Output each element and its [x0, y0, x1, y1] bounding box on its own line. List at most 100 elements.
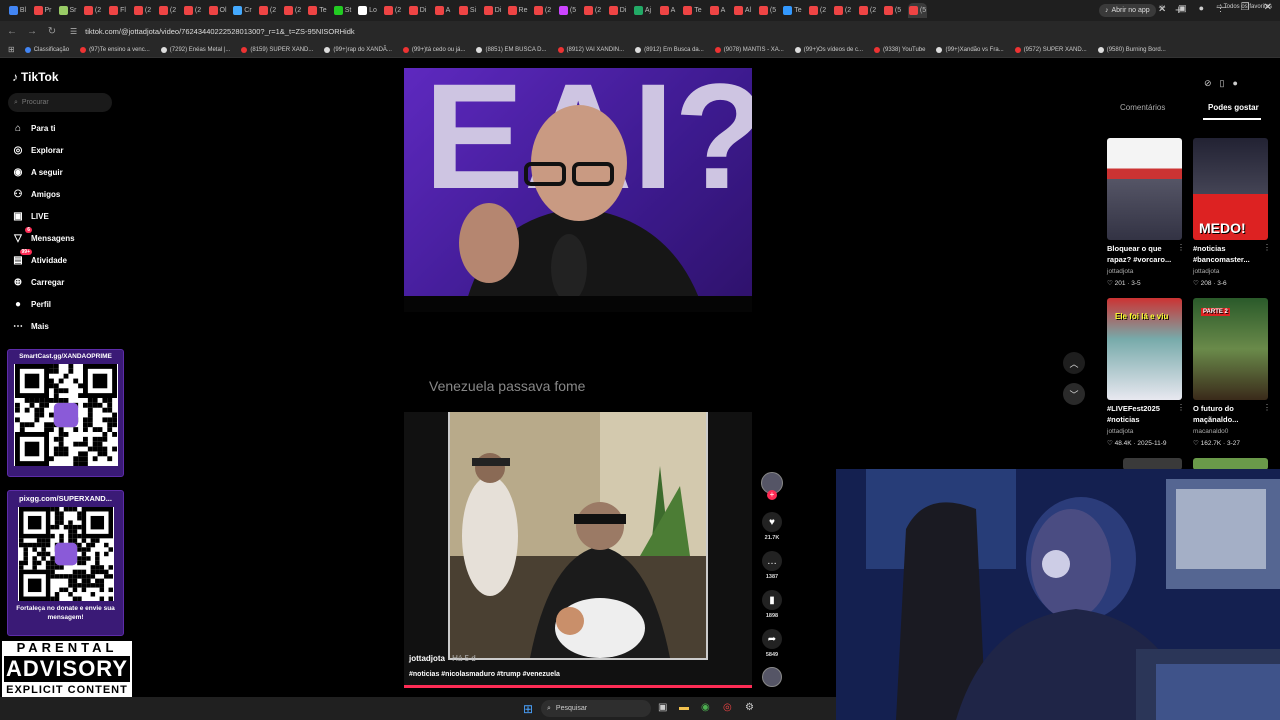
browser-tab[interactable]: A: [433, 3, 452, 18]
extensions-icon[interactable]: ▣: [1178, 3, 1187, 14]
previous-video-button[interactable]: ︿: [1063, 352, 1085, 374]
bookmark-item[interactable]: (99+)rap do XANDÃ...: [324, 46, 392, 53]
share-button[interactable]: ➦ 5849: [760, 629, 784, 658]
browser-tab[interactable]: Di: [408, 3, 427, 18]
browser-tab[interactable]: Pr: [33, 3, 52, 18]
nav-item-para-ti[interactable]: ⌂ Para ti: [12, 122, 56, 134]
browser-tab[interactable]: St: [333, 3, 352, 18]
save-button[interactable]: ▮ 1898: [760, 590, 784, 619]
browser-tab[interactable]: (2: [158, 3, 177, 18]
bookmark-item[interactable]: (9580) Burning Bord...: [1097, 46, 1166, 53]
bookmark-item[interactable]: (8159) SUPER XAND...: [241, 46, 313, 53]
browser-tab[interactable]: (2: [583, 3, 602, 18]
browser-tab[interactable]: Te: [308, 3, 327, 18]
bookmark-item[interactable]: (97)Te ensino a venc...: [80, 46, 150, 53]
suggested-video-thumbnail[interactable]: MEDO!: [1193, 138, 1268, 240]
nav-item-amigos[interactable]: ⚇ Amigos: [12, 188, 61, 200]
reload-icon[interactable]: ↻: [44, 26, 60, 37]
nav-item-perfil[interactable]: ● Perfil: [12, 298, 51, 310]
bookmark-star-icon[interactable]: ☆: [1158, 3, 1166, 14]
browser-tab[interactable]: Cr: [233, 3, 252, 18]
device-icon[interactable]: ▯: [1220, 78, 1225, 89]
bookmark-item[interactable]: (99+)Xandão vs Fra...: [936, 46, 1004, 53]
video-player-current[interactable]: jottadjota · Há 5 d #noticias #nicolasma…: [404, 412, 752, 688]
nav-item-carregar[interactable]: ⊕ Carregar: [12, 276, 65, 288]
browser-tab[interactable]: Sr: [58, 3, 77, 18]
app-icon[interactable]: ◎: [723, 702, 732, 713]
browser-tab[interactable]: (2: [258, 3, 277, 18]
nav-item-a-seguir[interactable]: ◉ A seguir: [12, 166, 63, 178]
browser-tab[interactable]: (2: [133, 3, 152, 18]
all-bookmarks-folder[interactable]: ▭ Todos os favoritos: [1216, 3, 1272, 10]
apps-grid-icon[interactable]: ⊞: [8, 45, 15, 54]
browser-tab[interactable]: (2: [858, 3, 877, 18]
task-view-icon[interactable]: ▣: [658, 702, 667, 713]
site-info-icon[interactable]: ☰: [70, 27, 77, 36]
music-disc[interactable]: [760, 667, 784, 687]
browser-tab[interactable]: (5: [908, 3, 927, 18]
tiktok-logo[interactable]: ♪ TikTok: [12, 70, 59, 84]
browser-tab[interactable]: Di: [483, 3, 502, 18]
forward-icon[interactable]: →: [24, 26, 40, 37]
bookmark-item[interactable]: (99+)tá cedo ou já...: [402, 46, 465, 53]
browser-tab[interactable]: Lo: [358, 3, 377, 18]
bookmark-item[interactable]: (9078) MANTIS - XA...: [714, 46, 784, 53]
bookmark-item[interactable]: (7292) Enéas Metal |...: [160, 46, 230, 53]
browser-tab[interactable]: (2: [808, 3, 827, 18]
suggested-video-title[interactable]: #noticias #bancomaster...: [1193, 243, 1268, 265]
tab-comments[interactable]: Comentários: [1120, 103, 1165, 112]
suggested-video-author[interactable]: jottadjota: [1193, 268, 1219, 275]
suggested-video-author[interactable]: macanaldo0: [1193, 428, 1228, 435]
suggested-video-title[interactable]: Bloquear o que rapaz? #vorcaro...: [1107, 243, 1182, 265]
settings-gear-icon[interactable]: ⚙: [745, 702, 754, 713]
browser-tab[interactable]: Aj: [633, 3, 652, 18]
browser-tab[interactable]: Te: [783, 3, 802, 18]
nav-item-live[interactable]: ▣ LIVE: [12, 210, 49, 222]
follow-plus-icon[interactable]: +: [767, 490, 777, 500]
suggested-video-title[interactable]: O futuro do maçãnaldo...: [1193, 403, 1268, 425]
windows-start-icon[interactable]: ⊞: [523, 702, 533, 716]
browser-tab[interactable]: Bl: [8, 3, 27, 18]
user-avatar-icon[interactable]: ●: [1233, 78, 1238, 89]
nav-item-mais[interactable]: ⋯ Mais: [12, 320, 49, 332]
browser-tab[interactable]: (2: [833, 3, 852, 18]
chrome-icon[interactable]: ◉: [701, 702, 710, 713]
more-options-icon[interactable]: ⋮: [1263, 403, 1271, 412]
video-progress-bar[interactable]: [404, 685, 752, 688]
browser-tab[interactable]: Fl: [108, 3, 127, 18]
browser-tab[interactable]: (5: [558, 3, 577, 18]
bookmark-item[interactable]: (9572) SUPER XAND...: [1014, 46, 1087, 53]
browser-tab[interactable]: Al: [733, 3, 752, 18]
browser-tab[interactable]: Di: [608, 3, 627, 18]
suggested-video-title[interactable]: #LIVEFest2025 #noticias: [1107, 403, 1182, 425]
browser-tab[interactable]: Re: [507, 3, 527, 18]
bookmark-item[interactable]: (9338) YouTube: [874, 46, 925, 53]
browser-tab[interactable]: (2: [83, 3, 102, 18]
bookmark-item[interactable]: Classificação: [24, 46, 69, 53]
bookmark-item[interactable]: (8851) EM BUSCA D...: [476, 46, 547, 53]
browser-tab[interactable]: Te: [683, 3, 702, 18]
nav-item-explorar[interactable]: ◎ Explorar: [12, 144, 64, 156]
profile-avatar-icon[interactable]: ●: [1199, 3, 1204, 14]
compass-small-icon[interactable]: ⊘: [1204, 78, 1212, 89]
tab-suggested[interactable]: Podes gostar: [1208, 103, 1259, 112]
browser-tab[interactable]: Si: [458, 3, 477, 18]
taskbar-search[interactable]: ⌕ Pesquisar: [541, 700, 651, 717]
more-options-icon[interactable]: ⋮: [1177, 243, 1185, 252]
suggested-video-thumbnail[interactable]: Ele foi lá e viu: [1107, 298, 1182, 400]
next-video-button[interactable]: ﹀: [1063, 383, 1085, 405]
author-avatar-follow[interactable]: +: [760, 472, 784, 500]
browser-tab[interactable]: A: [708, 3, 727, 18]
bookmark-item[interactable]: (99+)Os vídeos de c...: [794, 46, 863, 53]
browser-tab[interactable]: (5: [883, 3, 902, 18]
video-author[interactable]: jottadjota: [409, 654, 445, 663]
browser-tab[interactable]: A: [658, 3, 677, 18]
browser-tab[interactable]: (2: [183, 3, 202, 18]
browser-tab[interactable]: (2: [383, 3, 402, 18]
nav-item-atividade[interactable]: ▤ 99+ Atividade: [12, 249, 67, 266]
url-field[interactable]: tiktok.com/@jottadjota/video/76243440222…: [85, 27, 354, 36]
browser-tab[interactable]: (2: [533, 3, 552, 18]
open-in-app-button[interactable]: ♪ Abrir no app: [1099, 4, 1156, 17]
nav-item-mensagens[interactable]: ▽ 6 Mensagens: [12, 227, 75, 244]
like-button[interactable]: ♥ 21.7K: [760, 512, 784, 541]
